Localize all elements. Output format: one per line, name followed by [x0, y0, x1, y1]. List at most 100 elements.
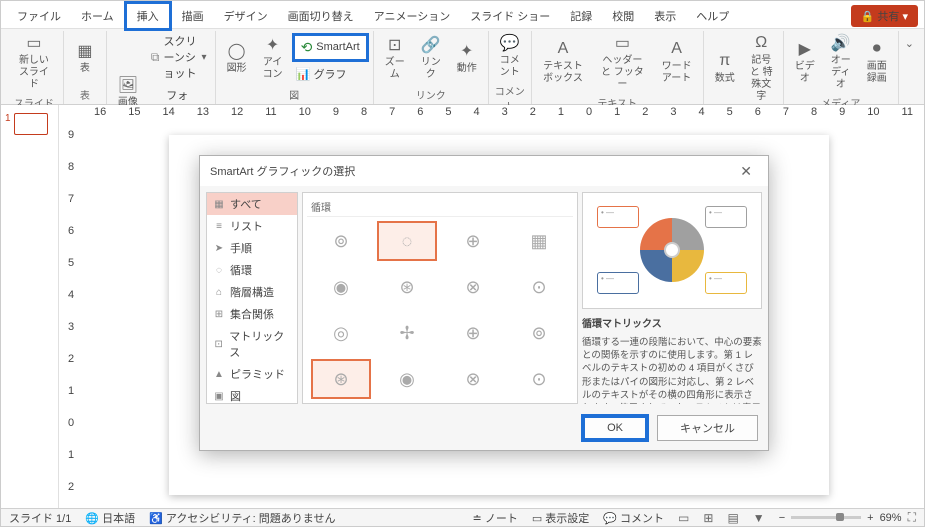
category-icon: ⌂	[213, 286, 225, 298]
status-lang[interactable]: 🌐 日本語	[85, 510, 135, 526]
new-slide-button[interactable]: ▭新しい スライド	[9, 31, 59, 93]
gallery-item[interactable]: ◉	[377, 359, 437, 399]
tab-slideshow[interactable]: スライド ショー	[460, 4, 560, 28]
status-a11y[interactable]: ♿ アクセシビリティ: 問題ありません	[149, 510, 335, 526]
category-label: 手順	[230, 240, 252, 256]
cancel-button[interactable]: キャンセル	[657, 415, 758, 441]
fit-icon[interactable]: ⛶	[908, 510, 916, 525]
gallery-item[interactable]: ⊕	[443, 313, 503, 353]
textbox-button[interactable]: Aテキスト ボックス	[536, 31, 591, 93]
tab-help[interactable]: ヘルプ	[686, 4, 739, 28]
gallery-item[interactable]: ⊙	[509, 359, 569, 399]
tab-animations[interactable]: アニメーション	[364, 4, 461, 28]
tab-draw[interactable]: 描画	[172, 4, 214, 28]
category-icon: ≡	[213, 220, 225, 232]
tab-review[interactable]: 校閲	[602, 4, 644, 28]
tab-home[interactable]: ホーム	[71, 4, 124, 28]
smartart-dialog: SmartArt グラフィックの選択 ✕ ▦すべて≡リスト➤手順◌循環⌂階層構造…	[199, 155, 769, 451]
gallery-section-cycle: 循環	[307, 197, 573, 217]
symbol-button[interactable]: Ω記号と 特殊文字	[744, 31, 779, 105]
zoom-in-icon[interactable]: +	[867, 512, 873, 524]
gallery-item[interactable]: ⊚	[311, 221, 371, 261]
category-item[interactable]: ◌循環	[207, 259, 297, 281]
gallery-item[interactable]: ⊛	[311, 359, 371, 399]
category-item[interactable]: ▣図	[207, 385, 297, 404]
chart-button[interactable]: 📊グラフ	[292, 64, 369, 84]
thumbnail-1[interactable]: 1	[5, 113, 54, 135]
category-item[interactable]: ▦すべて	[207, 193, 297, 215]
collapse-ribbon-icon[interactable]: ⌄	[899, 31, 920, 104]
audio-icon: 🔊	[831, 33, 851, 53]
category-item[interactable]: ⌂ 階層構造	[207, 281, 297, 303]
action-icon: ✦	[457, 41, 477, 61]
dialog-titlebar: SmartArt グラフィックの選択 ✕	[200, 156, 768, 186]
gallery-item[interactable]: ⊚	[509, 313, 569, 353]
gallery-item[interactable]: ▦	[509, 221, 569, 261]
slideshow-view-icon[interactable]: ▼	[753, 511, 765, 525]
category-label: 階層構造	[230, 284, 274, 300]
status-notes[interactable]: ≐ ノート	[473, 510, 518, 526]
tab-view[interactable]: 表示	[644, 4, 686, 28]
status-display[interactable]: ▭ 表示設定	[532, 510, 589, 526]
symbol-icon: Ω	[751, 33, 771, 53]
status-bar: スライド 1/1 🌐 日本語 ♿ アクセシビリティ: 問題ありません ≐ ノート…	[1, 508, 924, 526]
screenshot-icon: ⧉	[151, 50, 160, 64]
icons-button[interactable]: ✦アイコン	[256, 31, 290, 85]
equation-icon: π	[715, 51, 735, 71]
zoom-control[interactable]: − + 69% ⛶	[779, 510, 916, 525]
close-icon[interactable]: ✕	[734, 163, 758, 180]
smartart-button[interactable]: ⟲SmartArt	[292, 33, 369, 62]
video-icon: ▶	[795, 39, 815, 59]
screenrec-button[interactable]: ⏺画面 録画	[860, 31, 894, 93]
category-icon: ⊞	[213, 308, 225, 320]
equation-button[interactable]: π数式	[708, 31, 742, 105]
gallery-item[interactable]: ⊛	[377, 267, 437, 307]
gallery-item[interactable]: ◎	[311, 313, 371, 353]
tab-file[interactable]: ファイル	[7, 4, 71, 28]
tab-record[interactable]: 記録	[560, 4, 602, 28]
tab-design[interactable]: デザイン	[214, 4, 278, 28]
tab-insert[interactable]: 挿入	[124, 1, 172, 31]
table-button[interactable]: ▦表	[68, 31, 102, 85]
category-item[interactable]: ⊞集合関係	[207, 303, 297, 325]
thumbnail-preview	[14, 113, 48, 135]
slide-thumbnails: 1	[1, 105, 59, 508]
shapes-button[interactable]: ◯図形	[220, 31, 254, 85]
action-button[interactable]: ✦動作	[450, 31, 484, 85]
category-item[interactable]: ≡リスト	[207, 215, 297, 237]
category-icon: ▣	[213, 390, 225, 402]
status-comment[interactable]: 💬 コメント	[603, 510, 664, 526]
gallery-item[interactable]: ◌	[377, 221, 437, 261]
zoom-out-icon[interactable]: −	[779, 512, 785, 524]
layout-gallery: 循環 ⊚◌⊕▦◉⊛⊗⊙◎✢⊕⊚⊛◉⊗⊙ 階層構造	[302, 192, 578, 404]
gallery-item[interactable]: ⊗	[443, 359, 503, 399]
gallery-item[interactable]: ⊕	[443, 221, 503, 261]
wordart-button[interactable]: Aワード アート	[654, 31, 698, 93]
tab-transitions[interactable]: 画面切り替え	[278, 4, 364, 28]
category-item[interactable]: ▲ピラミッド	[207, 363, 297, 385]
headerfooter-button[interactable]: ▭ヘッダーと フッター	[592, 31, 652, 93]
video-button[interactable]: ▶ビデオ	[788, 31, 822, 93]
category-item[interactable]: ➤ 手順	[207, 237, 297, 259]
category-icon: ▦	[213, 198, 225, 210]
reading-view-icon[interactable]: ▤	[727, 511, 738, 525]
share-button[interactable]: 🔒 共有 ▾	[851, 5, 918, 27]
zoom-button[interactable]: ⊡ズーム	[378, 31, 412, 85]
gallery-item[interactable]: ⊗	[443, 267, 503, 307]
screenshot-button[interactable]: ⧉スクリーンショット ▾	[147, 31, 211, 83]
category-icon: ➤	[213, 242, 225, 254]
gallery-item[interactable]: ✢	[377, 313, 437, 353]
ok-button[interactable]: OK	[581, 414, 649, 442]
sorter-view-icon[interactable]: ⊞	[703, 511, 713, 525]
preview-title: 循環マトリックス	[582, 313, 762, 332]
gallery-item[interactable]: ◉	[311, 267, 371, 307]
gallery-item[interactable]: ⊙	[509, 267, 569, 307]
table-icon: ▦	[75, 41, 95, 61]
chart-icon: 📊	[296, 67, 310, 81]
audio-button[interactable]: 🔊オーディオ	[824, 31, 858, 93]
normal-view-icon[interactable]: ▭	[678, 511, 689, 525]
link-button[interactable]: 🔗リンク	[414, 31, 448, 85]
category-item[interactable]: ⊡マトリックス	[207, 325, 297, 363]
icons-icon: ✦	[263, 35, 283, 55]
comment-button[interactable]: 💬コメント	[493, 31, 527, 81]
